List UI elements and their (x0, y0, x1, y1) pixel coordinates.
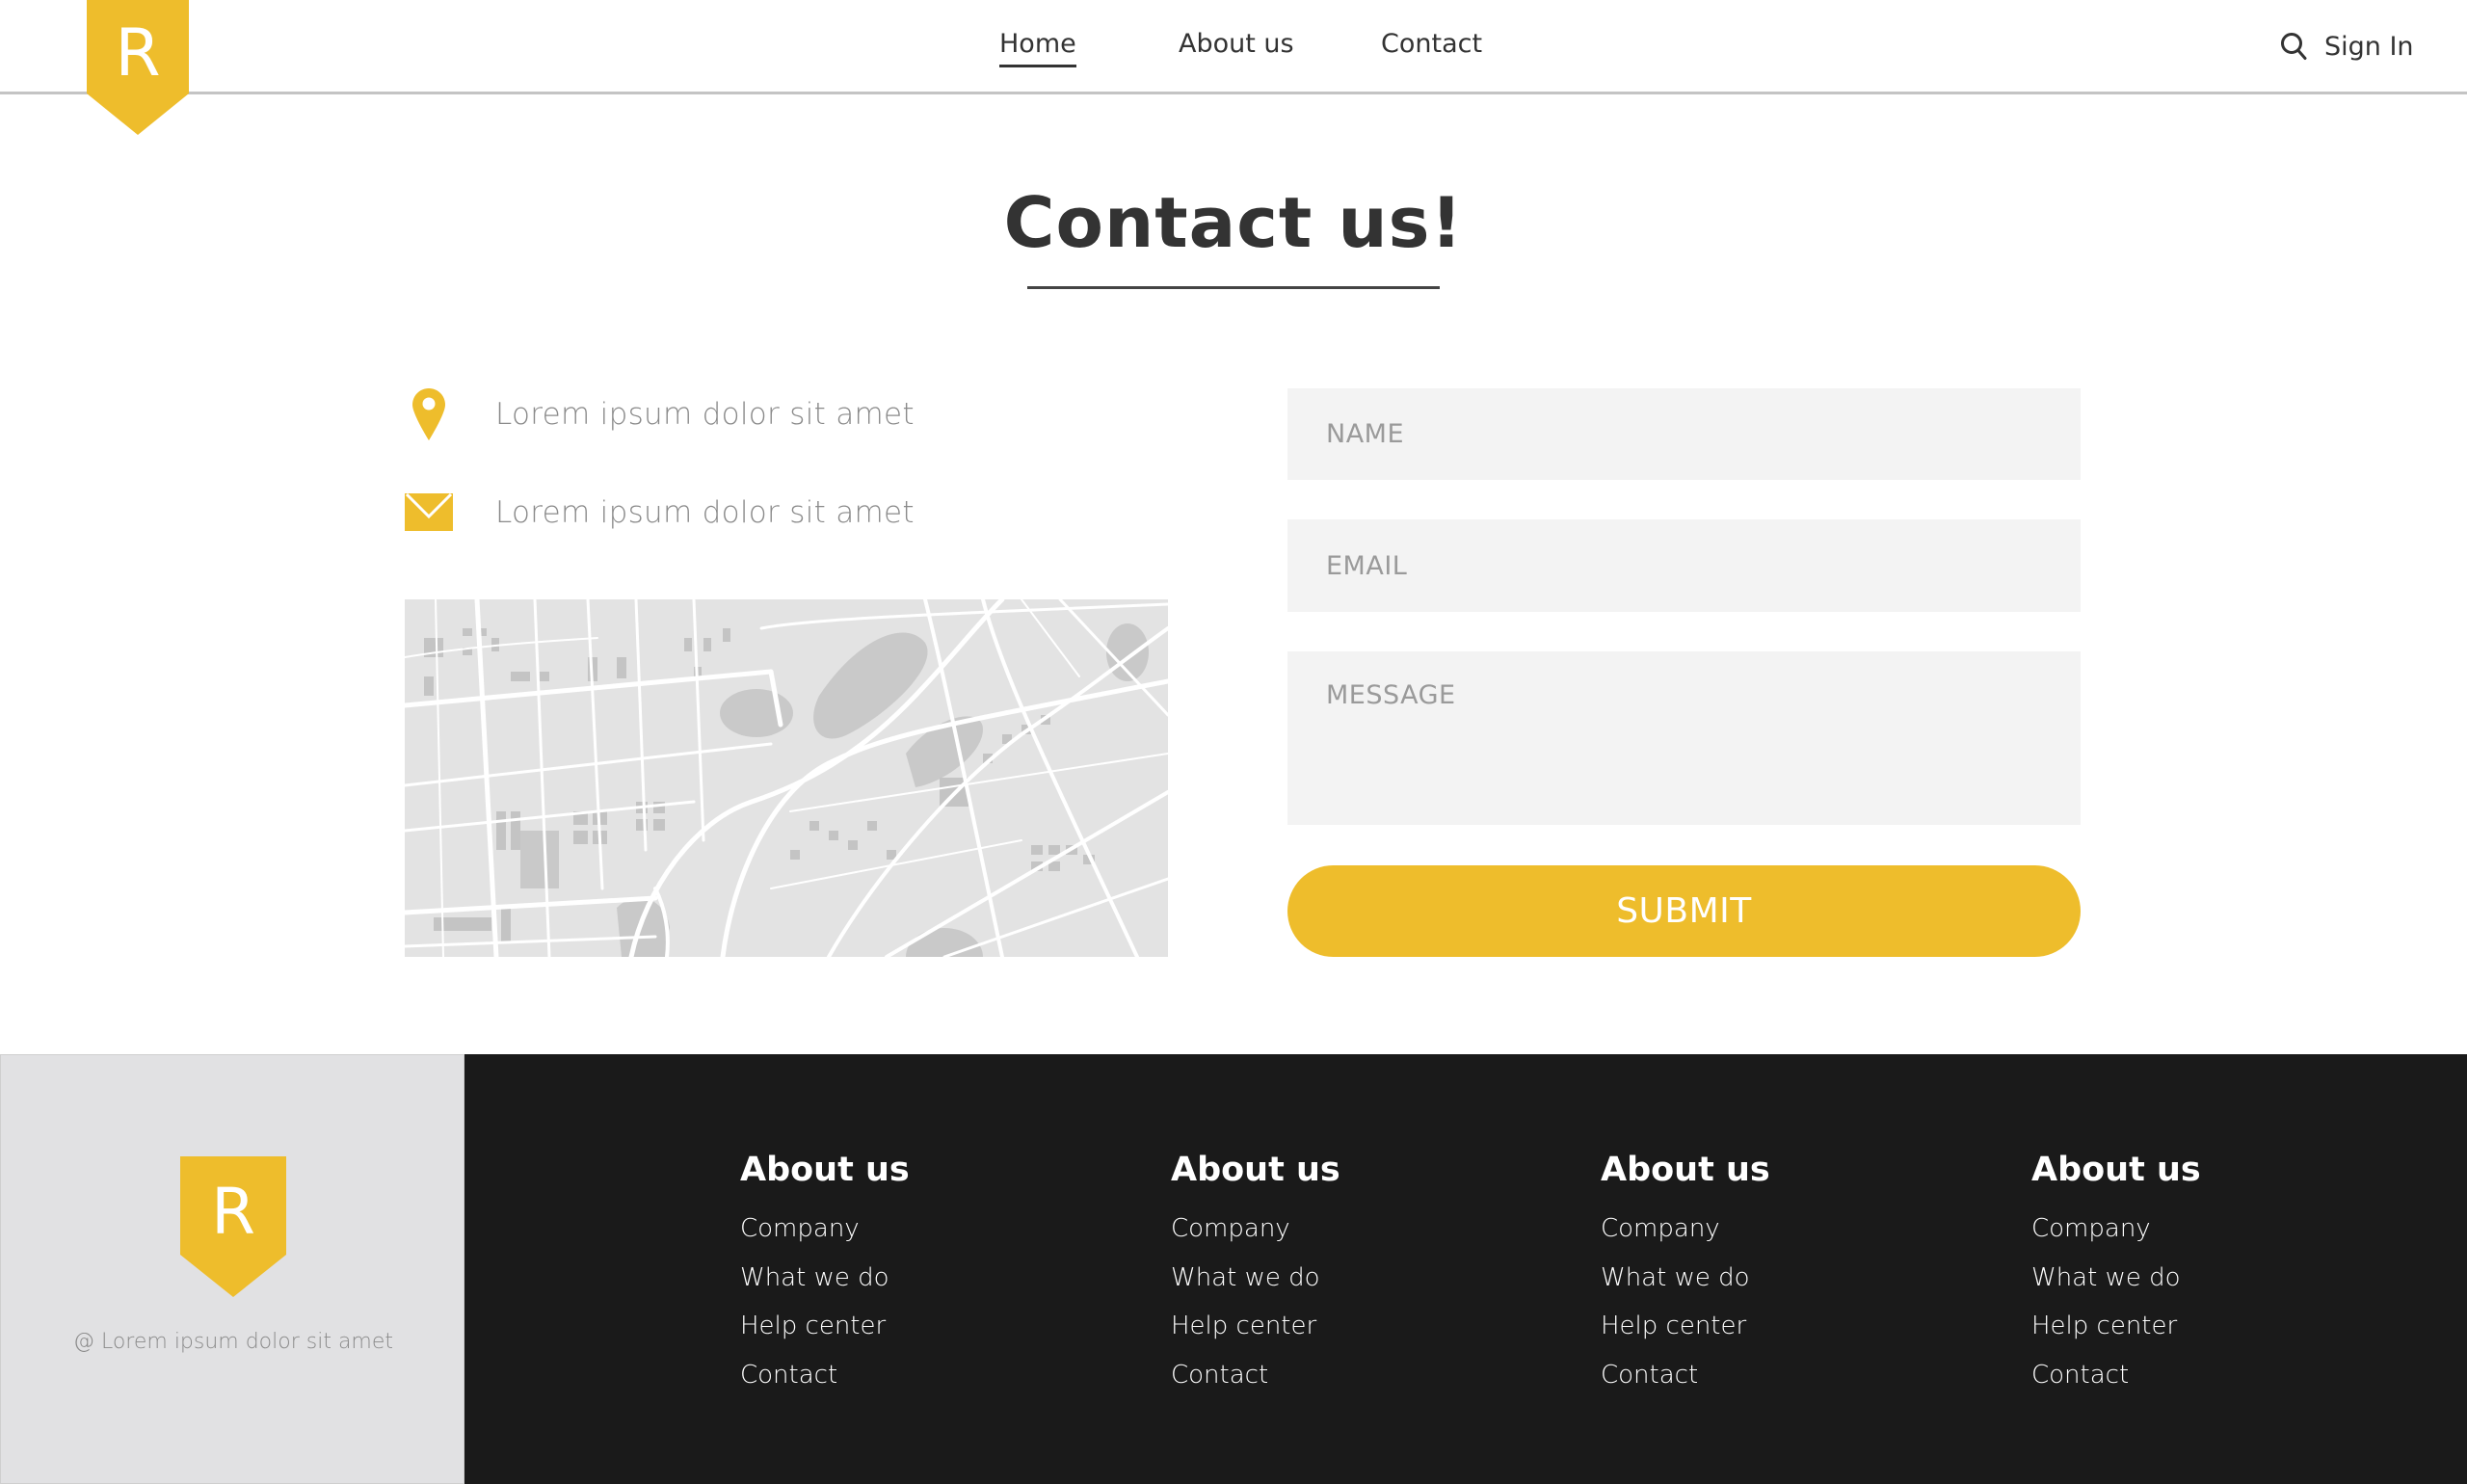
site-header: Home About us Contact Sign In (0, 0, 2467, 94)
footer-link-help-center[interactable]: Help center (2031, 1302, 2398, 1351)
nav-about-us[interactable]: About us (1179, 27, 1294, 62)
footer-link-company[interactable]: Company (2031, 1205, 2398, 1254)
message-field[interactable] (1287, 651, 2081, 825)
footer-link-what-we-do[interactable]: What we do (2031, 1254, 2398, 1303)
footer-column-heading: About us (2031, 1151, 2201, 1189)
logo-letter: R (115, 15, 161, 92)
footer-link-company[interactable]: Company (1601, 1205, 1967, 1254)
address-text: Lorem ipsum dolor sit amet (495, 397, 915, 432)
footer-link-contact[interactable]: Contact (1601, 1351, 1967, 1400)
footer-link-help-center[interactable]: Help center (1171, 1302, 1537, 1351)
footer-logo-letter: R (211, 1175, 255, 1249)
footer-link-company[interactable]: Company (740, 1205, 1106, 1254)
header-actions: Sign In (2280, 29, 2414, 64)
search-icon[interactable] (2280, 32, 2307, 61)
footer-copyright: @ Lorem ipsum dolor sit amet (72, 1330, 394, 1354)
footer-link-contact[interactable]: Contact (1171, 1351, 1537, 1400)
footer-column-heading: About us (1171, 1151, 1340, 1189)
footer-link-what-we-do[interactable]: What we do (1171, 1254, 1537, 1303)
footer-link-help-center[interactable]: Help center (1601, 1302, 1967, 1351)
footer-column: About us Company What we do Help center … (2031, 1141, 2398, 1399)
main-nav: Home About us Contact (0, 27, 2467, 67)
name-field[interactable] (1287, 388, 2081, 480)
email-field[interactable] (1287, 519, 2081, 612)
footer-link-help-center[interactable]: Help center (740, 1302, 1106, 1351)
footer-link-contact[interactable]: Contact (740, 1351, 1106, 1400)
footer-column-heading: About us (740, 1151, 910, 1189)
footer-link-what-we-do[interactable]: What we do (1601, 1254, 1967, 1303)
logo[interactable]: R (87, 0, 189, 135)
footer-column: About us Company What we do Help center … (1601, 1141, 1967, 1399)
footer-link-company[interactable]: Company (1171, 1205, 1537, 1254)
page-title: Contact us! (1003, 182, 1464, 263)
sign-in-link[interactable]: Sign In (2324, 32, 2414, 62)
location-map[interactable] (405, 599, 1168, 957)
footer-logo[interactable]: R (180, 1156, 286, 1297)
map-pin-icon (405, 387, 453, 441)
footer-link-what-we-do[interactable]: What we do (740, 1254, 1106, 1303)
footer-column: About us Company What we do Help center … (1171, 1141, 1537, 1399)
footer-link-contact[interactable]: Contact (2031, 1351, 2398, 1400)
title-underline (1027, 286, 1440, 289)
map-graphic (405, 599, 1168, 957)
envelope-icon (405, 486, 453, 540)
nav-contact[interactable]: Contact (1381, 27, 1482, 62)
site-footer: R @ Lorem ipsum dolor sit amet About us … (0, 1054, 2467, 1484)
email-row: Lorem ipsum dolor sit amet (405, 484, 915, 542)
footer-column: About us Company What we do Help center … (740, 1141, 1106, 1399)
submit-button[interactable]: SUBMIT (1287, 865, 2081, 957)
footer-column-heading: About us (1601, 1151, 1770, 1189)
address-row: Lorem ipsum dolor sit amet (405, 385, 915, 443)
footer-brand-panel: R @ Lorem ipsum dolor sit amet (0, 1054, 464, 1484)
email-text: Lorem ipsum dolor sit amet (495, 495, 915, 530)
nav-home[interactable]: Home (999, 27, 1076, 67)
